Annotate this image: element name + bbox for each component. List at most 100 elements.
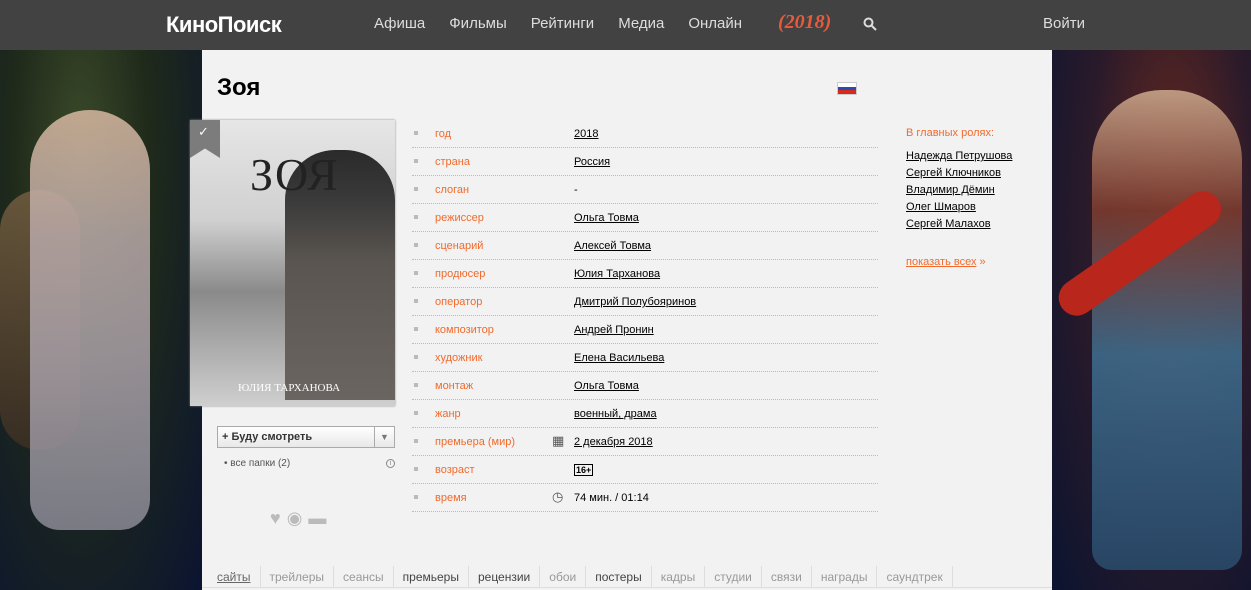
film-page: Зоя ЗОЯ ЮЛИЯ ТАРХАНОВА ✓ + Буду смотреть… [190,50,1052,590]
info-label: премьера (мир) [435,436,516,448]
info-row-editing: монтаж Ольга Товма [412,372,878,400]
tab-posters[interactable]: постеры [586,566,652,588]
info-label: возраст [435,464,475,476]
info-row-producer: продюсер Юлия Тарханова [412,260,878,288]
page-title: Зоя [217,74,261,101]
top-nav-bar: КиноПоиск Афиша Фильмы Рейтинги Медиа Он… [0,0,1251,50]
info-value-link[interactable]: Юлия Тарханова [574,268,660,280]
info-value-link[interactable]: Ольга Товма [574,380,639,392]
info-label: оператор [435,296,483,308]
will-watch-button[interactable]: + Буду смотреть ▼ [217,426,395,448]
show-all-label: показать всех [906,256,977,268]
nav-item-films[interactable]: Фильмы [449,15,506,32]
info-label: страна [435,156,470,168]
info-row-country: страна Россия [412,148,878,176]
tab-links[interactable]: связи [762,566,812,588]
tab-soundtrack[interactable]: саундтрек [877,566,953,588]
info-label: слоган [435,184,470,196]
info-value: - [574,184,578,196]
tab-awards[interactable]: награды [812,566,878,588]
info-row-age: возраст 16+ [412,456,878,484]
info-row-director: режиссер Ольга Товма [412,204,878,232]
info-value-link[interactable]: военный, драма [574,408,657,420]
search-icon[interactable] [863,17,877,31]
bookmark-icon[interactable]: ✓ [190,120,220,158]
info-label: композитор [435,324,494,336]
cast-item[interactable]: Надежда Петрушова [906,150,1012,167]
tab-sites[interactable]: сайты [216,566,261,588]
chevron-down-icon[interactable]: ▼ [374,427,394,447]
comment-icon[interactable]: ▬ [308,508,326,529]
tab-reviews[interactable]: рецензии [469,566,541,588]
will-watch-label: + Буду смотреть [222,431,313,443]
heart-icon[interactable]: ♥ [270,508,281,529]
check-icon: ✓ [198,124,209,139]
cast-item[interactable]: Сергей Малахов [906,218,1012,235]
film-poster[interactable]: ЗОЯ ЮЛИЯ ТАРХАНОВА ✓ [190,120,395,406]
cast-list: Надежда Петрушова Сергей Ключников Влади… [906,150,1012,235]
info-value-link[interactable]: Дмитрий Полубояринов [574,296,696,308]
info-row-year: год 2018 [412,120,878,148]
info-value-link[interactable]: 2018 [574,128,598,140]
film-info-table: год 2018 страна Россия слоган - режиссер… [412,120,878,512]
site-logo[interactable]: КиноПоиск [166,12,282,38]
woman-figure-shape [30,110,150,530]
info-value-link[interactable]: 2 декабря 2018 [574,436,653,448]
info-value-link[interactable]: Ольга Товма [574,212,639,224]
info-row-premiere: премьера (мир) ▦ 2 декабря 2018 [412,428,878,456]
info-row-composer: композитор Андрей Пронин [412,316,878,344]
info-label: жанр [435,408,461,420]
info-label: год [435,128,452,140]
calendar-icon: ▦ [552,433,565,448]
tab-wallpapers[interactable]: обои [540,566,587,588]
action-icons: ♥ ◉ ▬ [270,508,326,529]
main-nav: Афиша Фильмы Рейтинги Медиа Онлайн [374,15,766,32]
show-all-arrow: » [979,256,986,268]
nav-item-online[interactable]: Онлайн [688,15,742,32]
info-label: сценарий [435,240,484,252]
info-row-screenplay: сценарий Алексей Товма [412,232,878,260]
info-row-time: время ◷ 74 мин. / 01:14 [412,484,878,512]
cast-item[interactable]: Сергей Ключников [906,167,1012,184]
eye-icon[interactable]: ◉ [287,508,303,529]
age-rating-badge: 16+ [574,464,594,476]
film-tabs: сайты трейлеры сеансы премьеры рецензии … [216,566,953,588]
branding-art-right[interactable] [1052,50,1251,590]
branding-art-left[interactable] [0,50,202,590]
info-label: продюсер [435,268,486,280]
tab-premieres[interactable]: премьеры [394,566,469,588]
info-label: художник [435,352,483,364]
login-link[interactable]: Войти [1043,15,1085,32]
show-all-cast-link[interactable]: показать всех » [906,256,986,268]
all-folders-link[interactable]: • все папки (2) [224,458,290,469]
nav-item-afisha[interactable]: Афиша [374,15,425,32]
snow-maiden-figure-shape [1092,90,1242,570]
cast-item[interactable]: Олег Шмаров [906,201,1012,218]
info-value-link[interactable]: Алексей Товма [574,240,651,252]
info-value-link[interactable]: Андрей Пронин [574,324,654,336]
nav-item-ratings[interactable]: Рейтинги [531,15,594,32]
tab-stills[interactable]: кадры [652,566,706,588]
clock-icon: ◷ [552,489,564,504]
cast-item[interactable]: Владимир Дёмин [906,184,1012,201]
info-row-genre: жанр военный, драма [412,400,878,428]
russia-flag-icon [837,82,857,95]
info-value: 74 мин. / 01:14 [574,492,649,504]
info-value-link[interactable]: Россия [574,156,610,168]
poster-title: ЗОЯ [250,149,340,200]
info-value-link[interactable]: Елена Васильева [574,352,664,364]
poster-caption: ЮЛИЯ ТАРХАНОВА [238,382,341,394]
tab-showtimes[interactable]: сеансы [334,566,394,588]
tab-studios[interactable]: студии [705,566,762,588]
info-row-artist: художник Елена Васильева [412,344,878,372]
year-badge[interactable]: (2018) [778,11,831,34]
info-row-operator: оператор Дмитрий Полубояринов [412,288,878,316]
cast-heading: В главных ролях: [906,127,995,139]
info-label: режиссер [435,212,484,224]
info-label: время [435,492,467,504]
info-icon[interactable]: i [386,459,395,468]
tab-trailers[interactable]: трейлеры [261,566,335,588]
info-label: монтаж [435,380,474,392]
nav-item-media[interactable]: Медиа [618,15,664,32]
info-row-slogan: слоган - [412,176,878,204]
